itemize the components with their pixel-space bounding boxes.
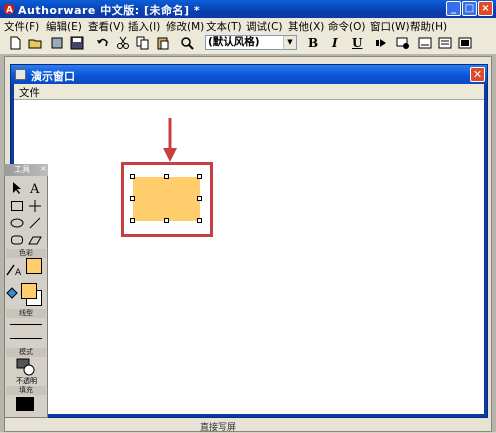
toolbox-title-bar[interactable]: 工具 × [4,164,48,176]
app-title: Authorware 中文版: [未命名] * [18,4,201,17]
mode-value: 不透明 [16,377,37,385]
line-style-normal[interactable] [10,338,42,339]
variables-icon[interactable] [438,36,452,50]
menu-file[interactable]: 文件(F) [4,19,39,34]
underline-button[interactable]: U [352,36,362,50]
control-panel-icon[interactable] [396,36,410,50]
style-select[interactable]: (默认风格) ▼ [205,35,297,50]
toolbox-close-icon[interactable]: × [40,164,47,173]
svg-text:A: A [29,182,40,195]
find-icon[interactable] [180,36,194,50]
text-tool-icon[interactable]: A [28,181,42,195]
svg-text:A: A [15,268,22,276]
fill-section-label: 填充 [6,386,46,395]
maximize-button[interactable]: □ [462,1,477,16]
menu-insert[interactable]: 插入(I) [128,19,160,34]
mode-opaque-icon[interactable] [16,358,36,376]
copy-icon[interactable] [136,36,150,50]
color-section-label: 色彩 [6,249,46,258]
selection-handle[interactable] [130,218,135,223]
menu-text[interactable]: 文本(T) [206,19,242,34]
presentation-window-title-bar[interactable]: 演示窗口 [11,65,487,84]
italic-button[interactable]: I [332,36,338,50]
menu-other[interactable]: 其他(X) [288,19,324,34]
menu-window[interactable]: 窗口(W) [370,19,410,34]
svg-text:A: A [6,6,13,16]
fill-bucket-icon [6,287,18,299]
menu-modify[interactable]: 修改(M) [166,19,204,34]
presentation-stage[interactable] [14,100,484,414]
menu-help[interactable]: 帮助(H) [410,19,447,34]
line-style-thin[interactable] [10,324,42,325]
crosshair-line-tool-icon[interactable] [28,199,42,213]
status-text: 直接写屏 [200,423,237,433]
diagonal-line-tool-icon[interactable] [28,216,42,230]
mode-section-label: 模式 [6,348,46,357]
menu-bar: 文件(F) 编辑(E) 查看(V) 插入(I) 修改(M) 文本(T) 调试(C… [0,18,496,34]
undo-icon[interactable] [96,36,110,50]
menu-command[interactable]: 命令(O) [328,19,365,34]
minimize-button[interactable]: _ [446,1,461,16]
selection-handle[interactable] [130,196,135,201]
fill-color-swatch[interactable] [21,283,37,299]
foreground-color-swatch[interactable] [26,258,42,274]
cut-icon[interactable] [116,36,130,50]
selection-handle[interactable] [197,196,202,201]
authorware-logo-icon: A [3,3,15,15]
selection-handle[interactable] [130,174,135,179]
pen-color-icon: A [6,264,22,276]
polygon-tool-icon[interactable] [28,233,42,247]
window-icon [15,69,26,80]
functions-icon[interactable] [418,36,432,50]
import-icon[interactable] [50,36,64,50]
selection-handle[interactable] [197,218,202,223]
selection-handle[interactable] [197,174,202,179]
ellipse-tool-icon[interactable] [10,216,24,230]
toolbar: (默认风格) ▼ B I U [0,34,496,54]
bold-button[interactable]: B [308,36,318,50]
save-icon[interactable] [70,36,84,50]
paste-icon[interactable] [156,36,170,50]
chevron-down-icon[interactable]: ▼ [283,36,296,49]
knowledge-objects-icon[interactable] [458,36,472,50]
new-file-icon[interactable] [8,36,22,50]
line-section-label: 线型 [6,309,46,318]
drawn-rectangle[interactable] [133,177,200,221]
selection-handle[interactable] [164,218,169,223]
menu-debug[interactable]: 调试(C) [246,19,283,34]
toolbox-title: 工具 [14,165,30,174]
presentation-close-button[interactable]: ✕ [470,67,485,82]
presentation-window-title: 演示窗口 [31,70,75,83]
presentation-menu-bar: 文件 [14,84,484,100]
selection-handle[interactable] [164,174,169,179]
rounded-rect-tool-icon[interactable] [10,233,24,247]
menu-edit[interactable]: 编辑(E) [46,19,82,34]
pointer-tool-icon[interactable] [10,181,24,195]
menu-view[interactable]: 查看(V) [88,19,124,34]
open-folder-icon[interactable] [28,36,42,50]
app-title-bar: A Authorware 中文版: [未命名] * _ □ × [0,0,496,18]
close-button[interactable]: × [478,1,493,16]
style-select-value: (默认风格) [208,36,260,48]
fill-pattern-swatch[interactable] [16,397,34,411]
rectangle-tool-icon[interactable] [10,199,24,213]
presentation-menu-file[interactable]: 文件 [19,85,40,100]
arrow-down-icon [163,118,177,162]
restart-icon[interactable] [374,36,388,50]
